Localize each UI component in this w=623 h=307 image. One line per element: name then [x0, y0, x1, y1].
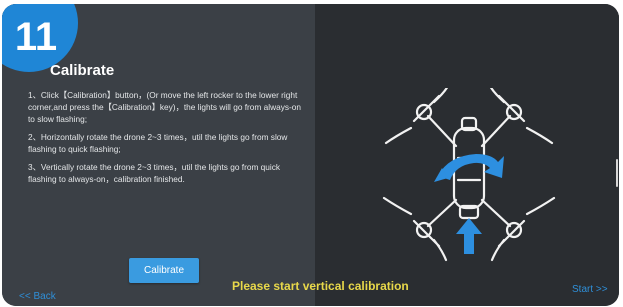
start-button[interactable]: Start >> [572, 284, 608, 295]
up-arrow-icon [456, 218, 482, 254]
step-number: 11 [14, 14, 58, 59]
instruction-step-3: 3、Vertically rotate the drone 2~3 times，… [28, 162, 281, 184]
calibrate-button[interactable]: Calibrate [129, 258, 199, 283]
status-message: Please start vertical calibration [232, 279, 409, 293]
instruction-step-1: 1、Click【Calibration】button，(Or move the … [28, 90, 301, 124]
rotate-arrow-icon [434, 154, 504, 182]
drone-top-view-icon [382, 88, 556, 262]
screen: 11 Calibrate 1、Click【Calibration】button，… [0, 0, 623, 307]
page-title: Calibrate [50, 62, 115, 79]
back-button[interactable]: << Back [19, 291, 56, 302]
instructions-panel: 11 Calibrate 1、Click【Calibration】button，… [2, 4, 315, 306]
instruction-step-2: 2、Horizontally rotate the drone 2~3 time… [28, 132, 288, 154]
scrollbar[interactable] [616, 159, 618, 187]
